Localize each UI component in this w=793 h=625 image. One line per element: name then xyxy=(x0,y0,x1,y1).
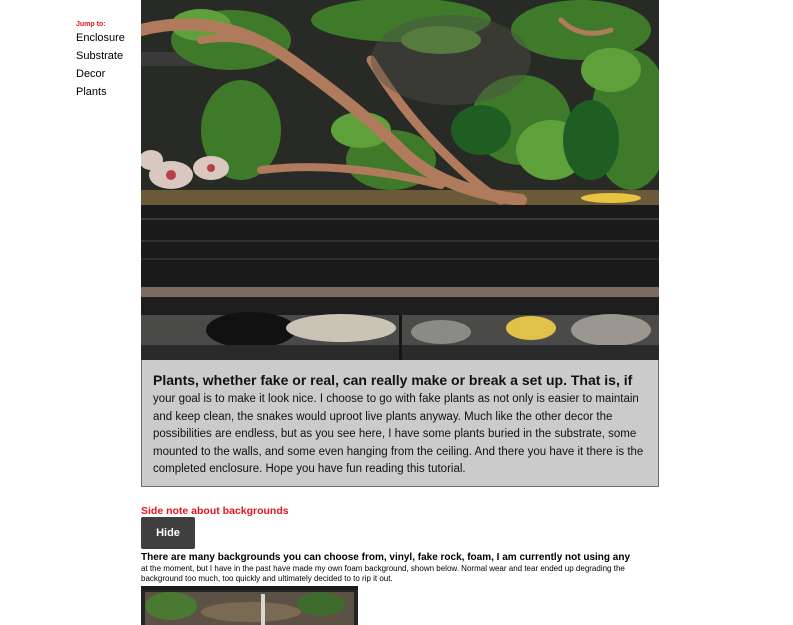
jump-nav: Jump to: Enclosure Substrate Decor Plant… xyxy=(76,20,136,101)
plants-section: Plants, whether fake or real, can really… xyxy=(141,0,659,487)
plants-caption: Plants, whether fake or real, can really… xyxy=(153,372,647,478)
foam-background-photo xyxy=(141,586,358,625)
jump-link-substrate[interactable]: Substrate xyxy=(76,47,136,65)
jump-nav-title: Jump to: xyxy=(76,21,106,28)
jump-link-plants[interactable]: Plants xyxy=(76,83,136,101)
hide-button[interactable]: Hide xyxy=(141,517,195,549)
jump-link-enclosure[interactable]: Enclosure xyxy=(76,29,136,47)
backgrounds-text-lead: There are many backgrounds you can choos… xyxy=(141,552,631,563)
enclosure-photo xyxy=(141,0,659,360)
backgrounds-text: There are many backgrounds you can choos… xyxy=(141,552,659,584)
backgrounds-text-body: at the moment, but I have in the past ha… xyxy=(141,564,625,583)
plants-caption-lead: Plants, whether fake or real, can really… xyxy=(153,372,633,388)
plants-caption-body: your goal is to make it look nice. I cho… xyxy=(153,393,644,476)
jump-link-decor[interactable]: Decor xyxy=(76,65,136,83)
side-note-title: Side note about backgrounds xyxy=(141,505,289,517)
plants-caption-box: Plants, whether fake or real, can really… xyxy=(141,360,659,487)
